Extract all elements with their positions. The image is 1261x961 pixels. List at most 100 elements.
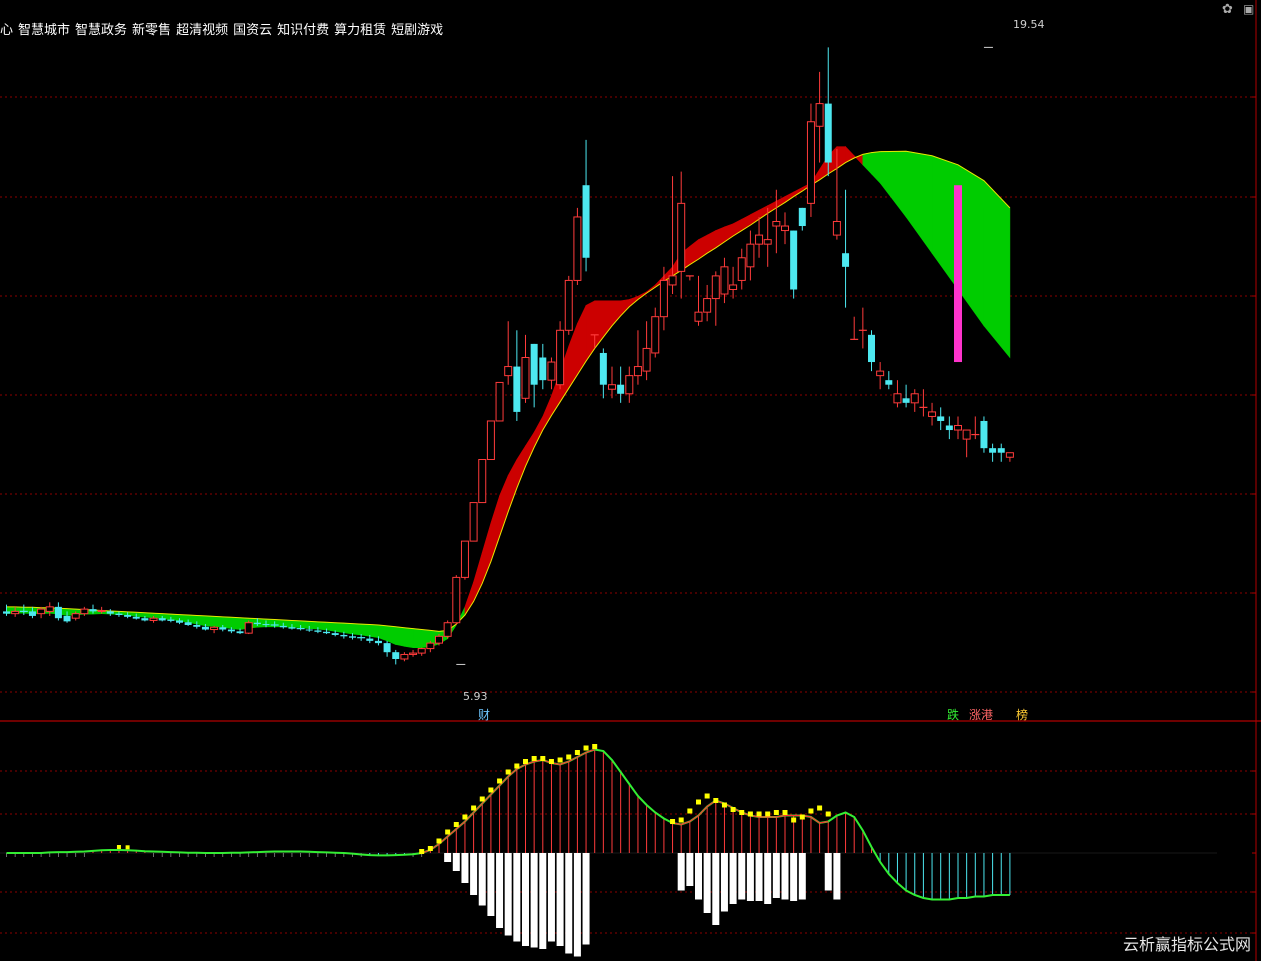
candle xyxy=(633,330,642,385)
concept-tag[interactable]: 心 xyxy=(0,23,13,38)
candle-body xyxy=(97,609,106,612)
candle-body xyxy=(443,622,452,637)
signal-dot xyxy=(531,756,537,761)
candle-body xyxy=(71,613,80,619)
marker-bang[interactable]: 榜 xyxy=(1015,706,1029,723)
signal-dot xyxy=(488,787,494,793)
concept-tag[interactable]: 超清视频 xyxy=(176,23,228,38)
concept-tag[interactable]: 智慧政务 xyxy=(75,23,127,38)
marker-cai[interactable]: 财 xyxy=(477,706,491,723)
candle xyxy=(210,625,219,634)
band-segment-up xyxy=(750,209,760,226)
candle xyxy=(599,348,607,399)
candlestick-series xyxy=(3,46,1014,665)
candle-body xyxy=(625,375,634,395)
candle-body xyxy=(521,357,530,399)
candle-body xyxy=(910,393,919,404)
candle xyxy=(45,602,54,616)
concept-tag[interactable]: 算力租赁 xyxy=(334,23,386,38)
signal-dot xyxy=(739,810,745,815)
price-low-label: 5.93 xyxy=(463,690,488,703)
candle-body xyxy=(530,343,538,385)
candle xyxy=(711,271,720,326)
marker-die[interactable]: 跌 xyxy=(946,706,960,723)
candle xyxy=(504,321,513,385)
candle xyxy=(417,647,426,656)
signal-dot xyxy=(670,819,676,824)
signal-dot xyxy=(523,759,528,764)
candle-body xyxy=(617,384,625,394)
candle-body xyxy=(868,334,875,363)
concept-tag[interactable]: 知识付费 xyxy=(277,23,329,38)
candle-body xyxy=(659,279,668,318)
candle-body xyxy=(564,279,573,331)
histogram-bar-neg xyxy=(781,853,789,900)
band-segment-down xyxy=(308,621,319,630)
histogram-bar-neg xyxy=(695,853,702,900)
candle xyxy=(885,371,893,390)
candle-body xyxy=(314,630,322,632)
candle-body xyxy=(582,185,590,258)
candle-body xyxy=(63,615,71,622)
candle xyxy=(617,366,625,403)
candle xyxy=(729,266,738,299)
candle-body xyxy=(305,629,313,631)
candle-body xyxy=(340,634,348,637)
candle xyxy=(798,207,806,231)
band-segment-up xyxy=(542,395,552,432)
signal-dot xyxy=(592,744,598,749)
concept-tag[interactable]: 国资云 xyxy=(233,23,272,38)
price-high-label: 19.54 xyxy=(1013,18,1045,31)
band-segment-down xyxy=(317,621,327,631)
settings-icon[interactable]: ✿ xyxy=(1222,2,1233,17)
candle xyxy=(495,381,504,422)
candle-body xyxy=(703,298,712,313)
candle-body xyxy=(729,284,738,290)
band-segment-up xyxy=(611,300,621,327)
candle-body xyxy=(608,384,616,390)
candle-body xyxy=(599,352,607,385)
candle xyxy=(937,407,945,431)
candle xyxy=(806,103,815,217)
histogram-bar-neg xyxy=(738,853,746,900)
candle-body xyxy=(201,626,209,630)
histogram-bar-neg xyxy=(686,853,694,886)
candle-body xyxy=(176,620,183,623)
candle-body xyxy=(349,636,356,638)
candle-body xyxy=(141,618,149,621)
candle-body xyxy=(573,216,582,281)
signal-dot xyxy=(462,814,468,820)
signal-dot xyxy=(721,802,727,808)
candle-body xyxy=(469,502,478,542)
candle xyxy=(608,366,616,399)
signal-bar xyxy=(954,185,962,363)
candle-body xyxy=(374,640,382,644)
band-segment-down xyxy=(265,618,275,628)
candle-body xyxy=(781,225,789,232)
candle xyxy=(842,189,850,308)
signal-dot xyxy=(825,811,831,817)
close-icon[interactable]: ▣ xyxy=(1243,2,1254,16)
marker-zhanggang[interactable]: 涨港 xyxy=(968,706,994,723)
histogram-bar-neg xyxy=(746,853,754,901)
concept-tags-bar: 心智慧城市 智慧政务 新零售 超清视频 国资云 知识付费 算力租赁 短剧游戏 xyxy=(0,19,448,38)
candle xyxy=(478,459,487,504)
signal-dot xyxy=(696,799,701,805)
candle xyxy=(400,652,409,662)
candle-body xyxy=(547,361,556,381)
concept-tag[interactable]: 新零售 xyxy=(132,23,171,38)
candle xyxy=(755,216,764,258)
histogram-bar-neg xyxy=(547,853,555,942)
candle-body xyxy=(253,622,261,625)
candle-body xyxy=(954,425,962,431)
candle xyxy=(746,230,755,281)
candle xyxy=(928,402,937,426)
candle-body xyxy=(556,329,565,386)
histogram-bar-neg xyxy=(833,853,841,900)
band-segment-up xyxy=(507,459,518,512)
signal-dot xyxy=(730,807,736,812)
concept-tag[interactable]: 智慧城市 xyxy=(18,23,70,38)
signal-dot xyxy=(548,759,554,764)
band-segment-up xyxy=(464,581,474,617)
concept-tag[interactable]: 短剧游戏 xyxy=(391,23,443,38)
